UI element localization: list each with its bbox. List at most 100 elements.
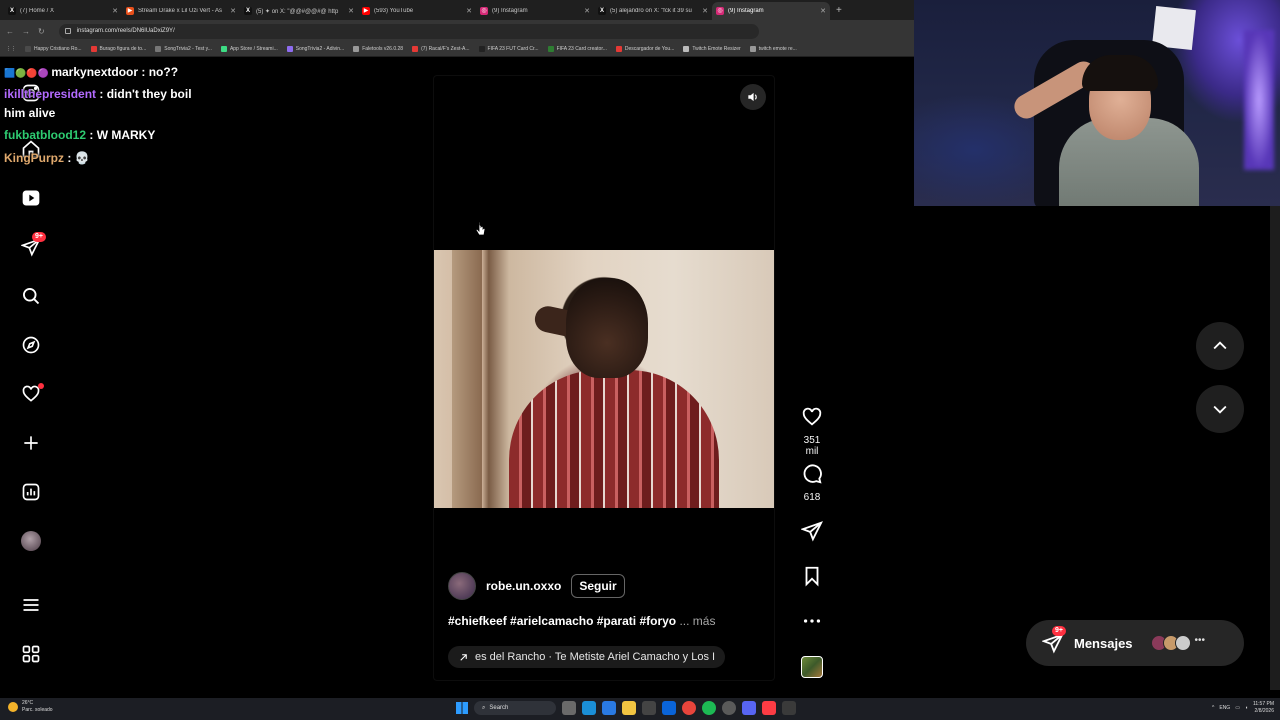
tab-close-icon[interactable]: ✕ xyxy=(820,7,826,15)
caption-more-link[interactable]: ... más xyxy=(679,614,715,628)
dashboard-icon[interactable] xyxy=(20,481,42,503)
like-action[interactable]: 351 mil xyxy=(796,406,828,457)
tab-title: (5) ✦ on X: "@@#@@#@ http xyxy=(256,8,339,15)
bookmark-item[interactable]: App Store / Streami... xyxy=(220,46,278,52)
clock[interactable]: 11:57 PM 2/8/2026 xyxy=(1253,701,1274,715)
messages-button[interactable]: 9+ Mensajes ••• xyxy=(1026,620,1244,666)
store-icon[interactable] xyxy=(602,701,616,715)
browser-tab[interactable]: X (5) alejandro on X: "fck it 39 su ✕ xyxy=(594,2,712,20)
browser-tab[interactable]: ◎ (9) Instagram ✕ xyxy=(712,2,830,20)
taskbar-search[interactable]: ⌕ Search xyxy=(474,701,556,715)
more-dots-icon: ••• xyxy=(1194,635,1206,646)
windows-start-icon[interactable] xyxy=(456,702,468,714)
weather-widget[interactable]: 26°C Parc. soleado xyxy=(8,700,53,714)
back-icon[interactable]: ← xyxy=(6,27,14,36)
direct-messages-icon[interactable]: 9+ xyxy=(20,232,46,258)
explore-icon[interactable] xyxy=(20,334,42,356)
url-text: instagram.com/reels/DN6lUaDxiZ9Y/ xyxy=(76,28,175,34)
bookmark-label: SongTrivia2 - Test y... xyxy=(164,46,212,52)
create-plus-icon[interactable] xyxy=(20,432,42,454)
messages-label: Mensajes xyxy=(1074,635,1133,651)
chat-badges: 🟦🟢🔴🟣 xyxy=(4,68,52,78)
chrome-icon[interactable] xyxy=(682,701,696,715)
discord-icon[interactable] xyxy=(742,701,756,715)
tab-close-icon[interactable]: ✕ xyxy=(702,7,708,15)
music-icon[interactable] xyxy=(762,701,776,715)
app-icon[interactable] xyxy=(782,701,796,715)
audio-thumbnail[interactable] xyxy=(796,656,828,678)
app-icon[interactable] xyxy=(642,701,656,715)
address-bar[interactable]: instagram.com/reels/DN6lUaDxiZ9Y/ xyxy=(58,23,759,39)
spotify-icon[interactable] xyxy=(702,701,716,715)
browser-tab[interactable]: ◎ (9) Instagram ✕ xyxy=(476,2,594,20)
bookmark-item[interactable]: Burago figura de to... xyxy=(90,46,146,52)
reel-audio[interactable]: es del Rancho · Te Metiste Ariel Camacho… xyxy=(448,646,726,668)
reel-player[interactable]: robe.un.oxxo Seguir #chiefkeef #arielcam… xyxy=(433,75,775,681)
mute-button[interactable] xyxy=(740,84,766,110)
forward-icon[interactable]: → xyxy=(22,27,30,36)
search-icon[interactable] xyxy=(20,285,42,307)
message-avatar xyxy=(1174,635,1191,651)
author-username[interactable]: robe.un.oxxo xyxy=(486,579,561,593)
browser-tab[interactable]: X (5) ✦ on X: "@@#@@#@ http ✕ xyxy=(240,2,358,20)
file-explorer-icon[interactable] xyxy=(622,701,636,715)
tab-close-icon[interactable]: ✕ xyxy=(584,7,590,15)
edge-icon[interactable] xyxy=(582,701,596,715)
reel-caption: #chiefkeef #arielcamacho #parati #foryo … xyxy=(448,614,715,628)
bookmark-item[interactable]: SongTrivia2 - Test y... xyxy=(155,46,212,52)
bookmark-item[interactable]: twitch emote re... xyxy=(749,46,797,52)
trending-arrow-icon xyxy=(460,653,467,661)
like-heart-icon[interactable] xyxy=(801,406,823,428)
reel-video[interactable] xyxy=(434,250,774,508)
profile-avatar[interactable] xyxy=(20,530,42,552)
bookmark-icon[interactable] xyxy=(801,565,823,587)
apps-icon[interactable]: ⋮⋮ xyxy=(6,46,16,52)
more-options-action[interactable] xyxy=(796,610,828,637)
save-action[interactable] xyxy=(796,565,828,592)
tab-close-icon[interactable]: ✕ xyxy=(348,7,354,15)
bookmark-item[interactable]: Twitch Emote Resizer xyxy=(683,46,741,52)
more-menu-icon[interactable] xyxy=(20,594,42,616)
previous-reel-button[interactable] xyxy=(1196,322,1244,370)
browser-tab[interactable]: X (7) Home / X ✕ xyxy=(4,2,122,20)
comment-action[interactable]: 618 xyxy=(796,463,828,503)
site-info-icon[interactable] xyxy=(64,28,71,34)
bookmark-item[interactable]: SongTrivia2 - Adivin... xyxy=(286,46,344,52)
tab-close-icon[interactable]: ✕ xyxy=(112,7,118,15)
bookmark-item[interactable]: FIFA 23 FUT Card Cr... xyxy=(478,46,539,52)
network-icon[interactable]: ▭ xyxy=(1235,705,1240,711)
also-from-meta-icon[interactable] xyxy=(20,643,42,665)
mail-icon[interactable] xyxy=(662,701,676,715)
share-action[interactable] xyxy=(796,520,828,547)
follow-button[interactable]: Seguir xyxy=(571,574,625,598)
task-view-icon[interactable] xyxy=(562,701,576,715)
bookmark-favicon-icon xyxy=(25,46,31,52)
reels-icon[interactable] xyxy=(20,187,42,209)
bookmark-item[interactable]: FIFA 23 Card creator... xyxy=(547,46,607,52)
activity-heart-icon[interactable] xyxy=(20,383,44,405)
author-avatar[interactable] xyxy=(448,572,476,600)
share-send-icon[interactable] xyxy=(800,520,823,542)
tab-close-icon[interactable]: ✕ xyxy=(230,7,236,15)
next-reel-button[interactable] xyxy=(1196,385,1244,433)
clock-time: 11:57 PM xyxy=(1252,701,1274,707)
bookmark-item[interactable]: Descargador de You... xyxy=(615,46,674,52)
bookmark-item[interactable]: Faletools v26.0.28 xyxy=(353,46,403,52)
webcam-lamp xyxy=(1244,30,1274,170)
sun-icon xyxy=(8,702,18,712)
lang-indicator[interactable]: ENG xyxy=(1219,705,1230,711)
bookmark-item[interactable]: (7) Racal/F's Zest-A... xyxy=(412,46,470,52)
taskbar-apps: ⌕ Search xyxy=(456,701,796,715)
new-tab-button[interactable]: + xyxy=(836,2,842,20)
chat-message: KingPurpz : 💀 xyxy=(4,151,90,165)
browser-tab[interactable]: ▶ (593) YouTube ✕ xyxy=(358,2,476,20)
comment-bubble-icon[interactable] xyxy=(801,463,823,485)
tab-close-icon[interactable]: ✕ xyxy=(466,7,472,15)
reload-icon[interactable]: ↻ xyxy=(38,27,45,36)
bookmark-item[interactable]: Happy Cristiano Ro... xyxy=(25,46,82,52)
settings-gear-icon[interactable] xyxy=(722,701,736,715)
more-dots-icon[interactable] xyxy=(801,610,823,632)
volume-icon[interactable]: ◖ xyxy=(1245,705,1248,711)
tray-chevron-icon[interactable]: ^ xyxy=(1212,705,1214,711)
browser-tab[interactable]: ▶ Stream Drake x Lil Uzi Vert - As ✕ xyxy=(122,2,240,20)
